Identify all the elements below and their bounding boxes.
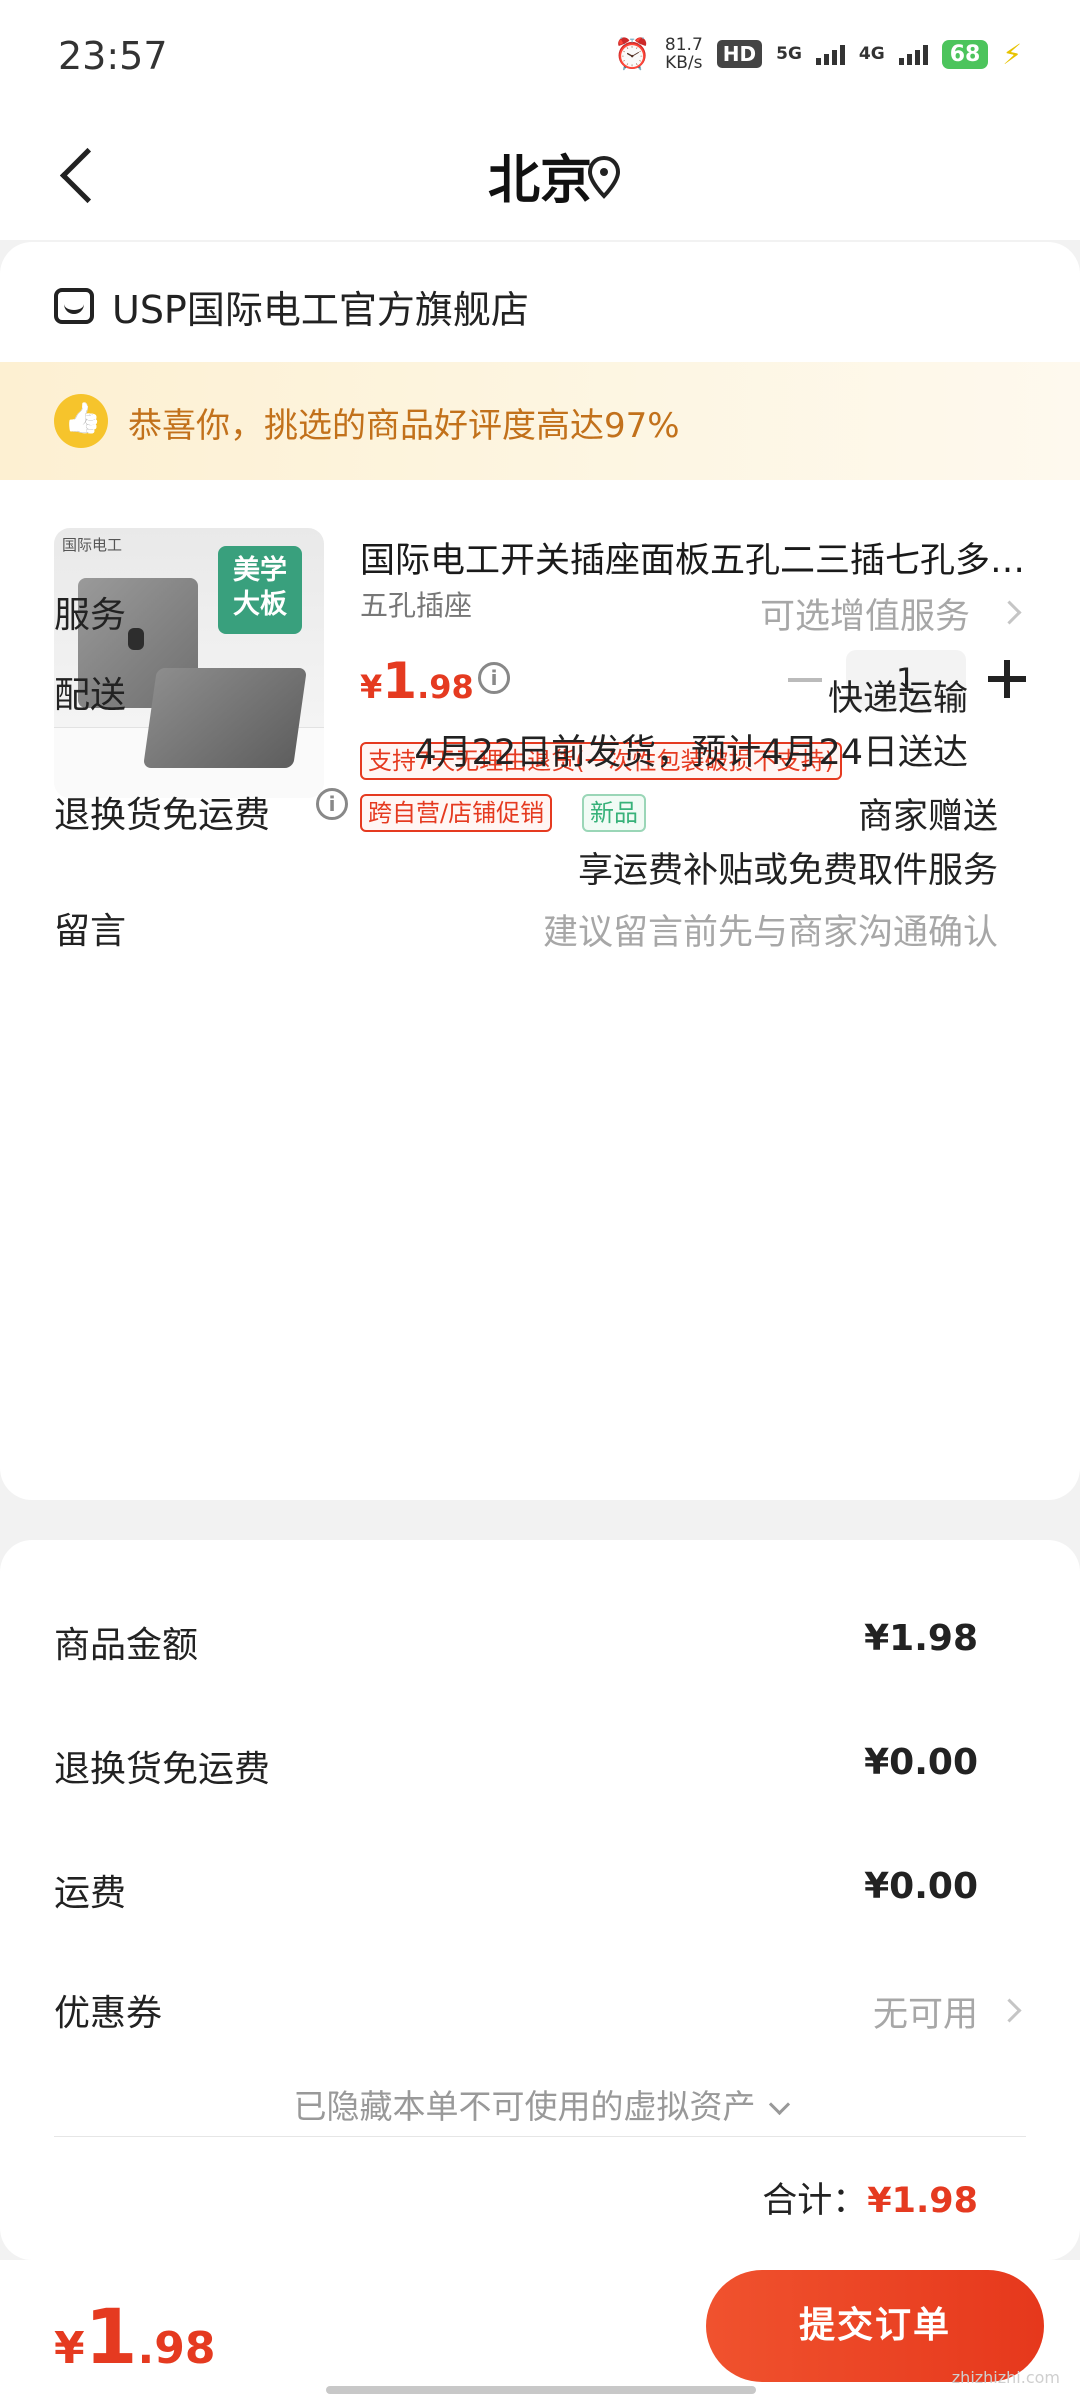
delivery-time: 4月22日前发货，预计4月24日送达 — [414, 733, 968, 773]
message-label: 留言 — [54, 911, 127, 952]
divider — [54, 2136, 1026, 2137]
return-fee-desc: 享运费补贴或免费取件服务 — [577, 851, 998, 891]
shop-row[interactable]: USP国际电工官方旗舰店 — [54, 276, 529, 336]
return-fee-summary-label: 退换货免运费 — [54, 1749, 271, 1790]
signal-icon-2 — [898, 43, 928, 65]
service-value[interactable]: 可选增值服务 — [760, 588, 970, 639]
charging-icon: ⚡ — [1002, 37, 1022, 71]
network-5g-label: 5G — [776, 44, 802, 64]
status-icons: ⏰ 81.7 KB/s HD 5G 4G 68 ⚡ — [614, 36, 1022, 72]
shop-icon — [54, 288, 94, 324]
message-input[interactable]: 建议留言前先与商家沟通确认 — [543, 904, 998, 955]
product-title[interactable]: 国际电工开关插座面板五孔二三插七孔多孔家用暗装墙壁86型 — [360, 532, 1030, 583]
location-pin-icon[interactable] — [586, 154, 622, 204]
amount-summary-card: 商品金额 ¥1.98 退换货免运费 ¥0.00 运费 ¥0.00 优惠券 无可用… — [0, 1540, 1080, 2260]
promo-tag: 跨自营/店铺促销 — [360, 794, 553, 832]
goods-amount-label: 商品金额 — [54, 1625, 199, 1666]
page-title[interactable]: 北京 — [0, 138, 1080, 213]
network-speed: 81.7 KB/s — [664, 35, 703, 73]
nav-header: 北京 — [0, 110, 1080, 240]
hd-icon: HD — [716, 40, 763, 68]
service-chevron-icon[interactable] — [997, 600, 1022, 625]
order-card: USP国际电工官方旗舰店 恭喜你，挑选的商品好评度高达97% 国际电工 美学 大… — [0, 242, 1080, 1500]
chevron-down-icon — [768, 2093, 790, 2116]
checkout-price: ¥1.98 — [54, 2292, 216, 2381]
switch-plate-graphic — [142, 668, 308, 768]
delivery-method[interactable]: 快递运输 — [828, 670, 968, 721]
return-fee-info-icon[interactable]: i — [316, 788, 348, 820]
product-image-brand: 国际电工 — [62, 536, 123, 554]
new-tag: 新品 — [582, 794, 646, 832]
watermark: zhizhizhi.com — [951, 2368, 1060, 2387]
submit-order-button[interactable]: 提交订单 — [706, 2270, 1044, 2382]
coupon-label: 优惠券 — [54, 1993, 163, 2034]
quantity-decrease-button[interactable] — [788, 678, 822, 682]
service-label: 服务 — [54, 595, 127, 636]
return-fee-value: 商家赠送 — [857, 797, 998, 837]
product-image[interactable]: 国际电工 美学 大板 — [54, 528, 324, 798]
network-4g-label: 4G — [858, 44, 885, 64]
thumbs-up-icon — [54, 394, 108, 448]
battery-icon: 68 — [941, 39, 989, 69]
shipping-label: 运费 — [54, 1873, 127, 1914]
order-total: 合计：¥1.98 — [762, 2181, 978, 2221]
coupon-value[interactable]: 无可用 — [873, 1986, 978, 2037]
quantity-increase-button[interactable] — [988, 660, 1026, 698]
alarm-icon: ⏰ — [613, 36, 651, 72]
delivery-label: 配送 — [54, 675, 127, 716]
hidden-assets-toggle[interactable]: 已隐藏本单不可使用的虚拟资产 — [0, 2080, 1080, 2128]
rating-banner-text: 恭喜你，挑选的商品好评度高达97% — [128, 406, 680, 446]
goods-amount-value: ¥1.98 — [864, 1618, 978, 1659]
home-indicator[interactable] — [326, 2386, 756, 2394]
coupon-chevron-icon[interactable] — [997, 1998, 1022, 2023]
status-bar: 23:57 ⏰ 81.7 KB/s HD 5G 4G 68 ⚡ — [0, 0, 1080, 110]
product-spec[interactable]: 五孔插座 — [360, 584, 472, 624]
product-price: ¥1.98 — [360, 652, 474, 710]
shipping-value: ¥0.00 — [864, 1866, 978, 1907]
signal-icon — [815, 43, 845, 65]
checkout-bar: ¥1.98 提交订单 — [0, 2260, 1080, 2400]
return-fee-summary-value: ¥0.00 — [864, 1742, 978, 1783]
shop-name: USP国际电工官方旗舰店 — [112, 287, 529, 332]
product-image-badge: 美学 大板 — [218, 546, 302, 634]
return-fee-label: 退换货免运费 — [54, 795, 271, 836]
price-info-icon[interactable]: i — [478, 662, 510, 694]
status-time: 23:57 — [58, 34, 168, 78]
rating-banner: 恭喜你，挑选的商品好评度高达97% — [0, 362, 1080, 480]
